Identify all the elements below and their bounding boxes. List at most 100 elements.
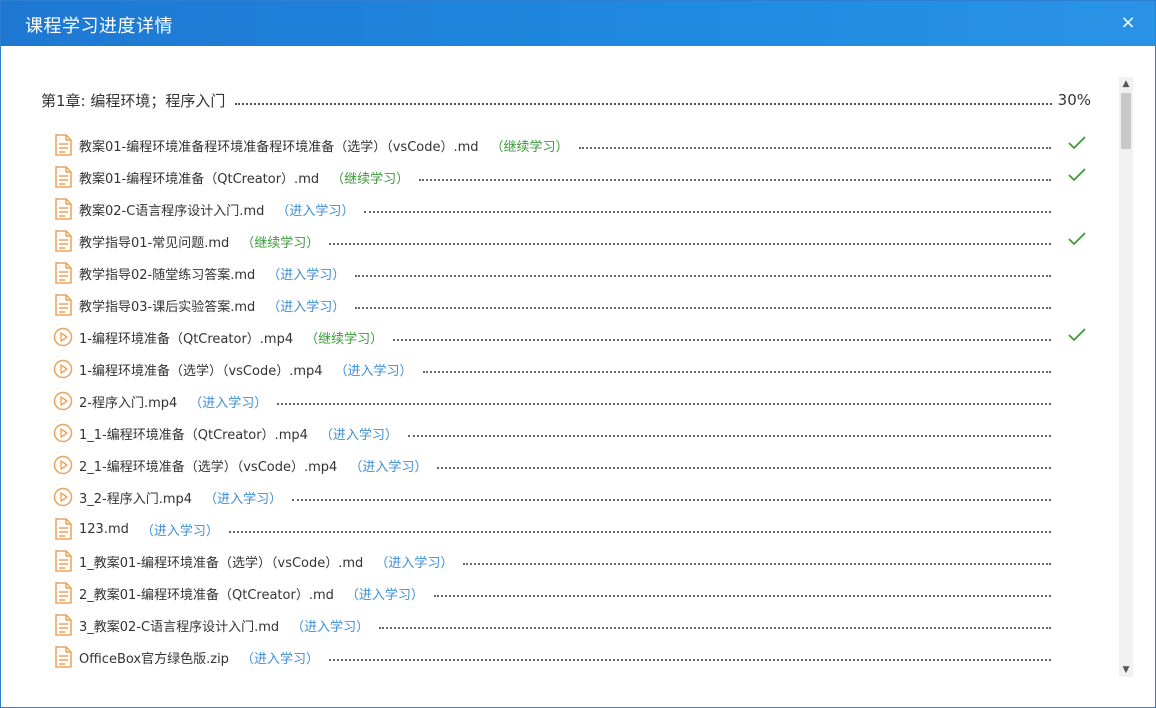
dot-leader bbox=[329, 243, 1051, 245]
dot-leader bbox=[407, 435, 1051, 437]
lesson-row: 教学指导02-随堂练习答案.md （进入学习） bbox=[53, 257, 1093, 289]
course-progress-dialog: 课程学习进度详情 × 第1章: 编程环境；程序入门 30% 教案01-编程环境准… bbox=[0, 0, 1156, 708]
lesson-name: 3_2-程序入门.mp4 bbox=[79, 491, 193, 507]
lesson-name: 教学指导01-常见问题.md bbox=[79, 235, 230, 251]
start-learning-link[interactable]: （进入学习） bbox=[349, 456, 427, 475]
continue-learning-link[interactable]: （继续学习） bbox=[241, 232, 319, 251]
start-learning-link[interactable]: （进入学习） bbox=[189, 392, 267, 411]
lesson-name: 1_教案01-编程环境准备（选学）（vsCode）.md bbox=[79, 555, 364, 571]
lesson-row: 2-程序入门.mp4 （进入学习） bbox=[53, 385, 1093, 417]
chapter-title: 第1章: 编程环境；程序入门 bbox=[41, 91, 226, 110]
lesson-name: 2_教案01-编程环境准备（QtCreator）.md bbox=[79, 587, 334, 603]
dot-leader bbox=[437, 467, 1051, 469]
lesson-row: 教案01-编程环境准备（QtCreator）.md （继续学习） bbox=[53, 161, 1093, 193]
scroll-up-arrow-icon[interactable]: ▲ bbox=[1119, 77, 1133, 91]
chapter-dot-leader bbox=[235, 103, 1052, 105]
start-learning-link[interactable]: （进入学习） bbox=[375, 552, 453, 571]
lesson-name: OfficeBox官方绿色版.zip bbox=[79, 651, 229, 667]
lesson-name: 1_1-编程环境准备（QtCreator）.mp4 bbox=[79, 427, 308, 443]
document-icon bbox=[53, 166, 73, 188]
start-learning-link[interactable]: （进入学习） bbox=[267, 264, 345, 283]
dot-leader bbox=[393, 339, 1051, 341]
lesson-row: 教案02-C语言程序设计入门.md （进入学习） bbox=[53, 193, 1093, 225]
dialog-title: 课程学习进度详情 bbox=[25, 16, 173, 37]
document-icon bbox=[53, 262, 73, 284]
scrollbar[interactable]: ▲ ▼ bbox=[1119, 77, 1133, 677]
document-icon bbox=[53, 198, 73, 220]
checkmark-icon bbox=[1067, 229, 1087, 249]
scroll-down-arrow-icon[interactable]: ▼ bbox=[1119, 663, 1133, 677]
lesson-row: 3_2-程序入门.mp4 （进入学习） bbox=[53, 481, 1093, 513]
document-icon bbox=[53, 230, 73, 252]
chapter-progress: 30% bbox=[1057, 91, 1091, 109]
start-learning-link[interactable]: （进入学习） bbox=[291, 616, 369, 635]
dot-leader bbox=[578, 147, 1051, 149]
lesson-row: 1-编程环境准备（选学）（vsCode）.mp4 （进入学习） bbox=[53, 353, 1093, 385]
dialog-titlebar: 课程学习进度详情 × bbox=[1, 1, 1155, 46]
lesson-row: 教案01-编程环境准备程环境准备程环境准备（选学）（vsCode）.md （继续学… bbox=[53, 129, 1093, 161]
lesson-name: 123.md bbox=[79, 521, 129, 537]
play-circle-icon bbox=[53, 326, 73, 348]
lesson-row: 教学指导03-课后实验答案.md （进入学习） bbox=[53, 289, 1093, 321]
lesson-row: 1_1-编程环境准备（QtCreator）.mp4 （进入学习） bbox=[53, 417, 1093, 449]
continue-learning-link[interactable]: （继续学习） bbox=[305, 328, 383, 347]
dot-leader bbox=[277, 403, 1051, 405]
document-icon bbox=[53, 614, 73, 636]
play-circle-icon bbox=[53, 486, 73, 508]
dot-leader bbox=[379, 627, 1051, 629]
checkmark-icon bbox=[1067, 165, 1087, 185]
lesson-row: OfficeBox官方绿色版.zip （进入学习） bbox=[53, 641, 1093, 673]
continue-learning-link[interactable]: （继续学习） bbox=[491, 136, 569, 155]
chapter-row: 第1章: 编程环境；程序入门 30% bbox=[41, 89, 1091, 111]
lesson-name: 3_教案02-C语言程序设计入门.md bbox=[79, 619, 280, 635]
lesson-name: 2-程序入门.mp4 bbox=[79, 395, 178, 411]
start-learning-link[interactable]: （进入学习） bbox=[276, 200, 354, 219]
start-learning-link[interactable]: （进入学习） bbox=[335, 360, 413, 379]
dot-leader bbox=[355, 275, 1051, 277]
dot-leader bbox=[422, 371, 1051, 373]
lesson-name: 教学指导02-随堂练习答案.md bbox=[79, 267, 256, 283]
lesson-name: 2_1-编程环境准备（选学）（vsCode）.mp4 bbox=[79, 459, 338, 475]
dot-leader bbox=[292, 499, 1051, 501]
lesson-row: 教学指导01-常见问题.md （继续学习） bbox=[53, 225, 1093, 257]
dot-leader bbox=[355, 307, 1051, 309]
start-learning-link[interactable]: （进入学习） bbox=[204, 488, 282, 507]
lesson-name: 1-编程环境准备（QtCreator）.mp4 bbox=[79, 331, 294, 347]
document-icon bbox=[53, 134, 73, 156]
start-learning-link[interactable]: （进入学习） bbox=[320, 424, 398, 443]
play-circle-icon bbox=[53, 358, 73, 380]
dot-leader bbox=[364, 211, 1051, 213]
lesson-row: 123.md （进入学习） bbox=[53, 513, 1093, 545]
document-icon bbox=[53, 582, 73, 604]
checkmark-icon bbox=[1067, 325, 1087, 345]
lesson-name: 教学指导03-课后实验答案.md bbox=[79, 299, 256, 315]
lesson-list: 教案01-编程环境准备程环境准备程环境准备（选学）（vsCode）.md （继续学… bbox=[53, 129, 1093, 673]
start-learning-link[interactable]: （进入学习） bbox=[267, 296, 345, 315]
lesson-row: 1_教案01-编程环境准备（选学）（vsCode）.md （进入学习） bbox=[53, 545, 1093, 577]
start-learning-link[interactable]: （进入学习） bbox=[141, 520, 219, 539]
dialog-content: 第1章: 编程环境；程序入门 30% 教案01-编程环境准备程环境准备程环境准备… bbox=[1, 47, 1155, 707]
lesson-name: 教案01-编程环境准备程环境准备程环境准备（选学）（vsCode）.md bbox=[79, 139, 479, 155]
document-icon bbox=[53, 518, 73, 540]
dot-leader bbox=[419, 179, 1051, 181]
continue-learning-link[interactable]: （继续学习） bbox=[331, 168, 409, 187]
play-circle-icon bbox=[53, 454, 73, 476]
scroll-thumb[interactable] bbox=[1121, 93, 1131, 149]
dot-leader bbox=[463, 563, 1051, 565]
document-icon bbox=[53, 294, 73, 316]
lesson-row: 1-编程环境准备（QtCreator）.mp4 （继续学习） bbox=[53, 321, 1093, 353]
start-learning-link[interactable]: （进入学习） bbox=[241, 648, 319, 667]
lesson-row: 2_教案01-编程环境准备（QtCreator）.md （进入学习） bbox=[53, 577, 1093, 609]
dot-leader bbox=[228, 531, 1051, 533]
start-learning-link[interactable]: （进入学习） bbox=[346, 584, 424, 603]
checkmark-icon bbox=[1067, 133, 1087, 153]
lesson-row: 2_1-编程环境准备（选学）（vsCode）.mp4 （进入学习） bbox=[53, 449, 1093, 481]
document-icon bbox=[53, 646, 73, 668]
dot-leader bbox=[328, 659, 1051, 661]
close-button[interactable]: × bbox=[1117, 12, 1139, 34]
lesson-row: 3_教案02-C语言程序设计入门.md （进入学习） bbox=[53, 609, 1093, 641]
dot-leader bbox=[433, 595, 1051, 597]
lesson-name: 1-编程环境准备（选学）（vsCode）.mp4 bbox=[79, 363, 323, 379]
lesson-name: 教案01-编程环境准备（QtCreator）.md bbox=[79, 171, 320, 187]
play-circle-icon bbox=[53, 422, 73, 444]
